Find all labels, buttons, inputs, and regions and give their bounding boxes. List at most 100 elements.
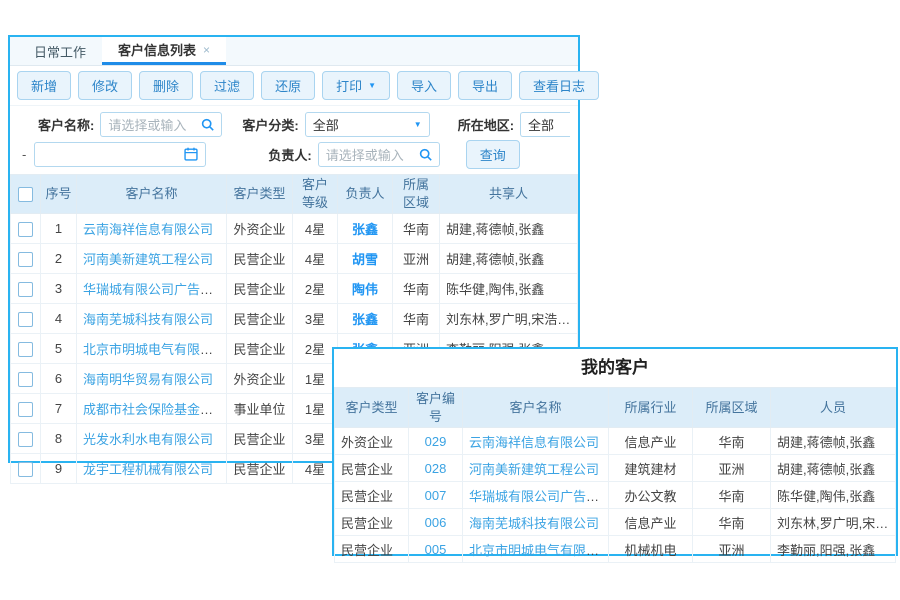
table-row: 民营企业007华瑞城有限公司广告设计部办公文教华南陈华健,陶伟,张鑫	[335, 482, 896, 509]
cell-level: 4星	[293, 214, 338, 244]
filter-row-1: 客户名称: 请选择或输入 客户分类: 全部 ▼ 所在地区: 全部	[18, 109, 570, 139]
view-log-button[interactable]: 查看日志	[519, 71, 599, 100]
cell-name: 光发水利水电有限公司	[77, 424, 227, 454]
checkbox-cell	[11, 364, 41, 394]
cell-type: 民营企业	[335, 509, 409, 536]
row-checkbox[interactable]	[18, 312, 33, 327]
table-header-row: 客户类型客户编号客户名称所属行业所属区域人员	[335, 388, 896, 428]
cell-name: 海南明华贸易有限公司	[77, 364, 227, 394]
cell-name: 华瑞城有限公司广告设计部	[77, 274, 227, 304]
cell-name: 海南芜城科技有限公司	[463, 509, 609, 536]
customer-name-label: 客户名称:	[38, 115, 94, 134]
customer-name-input[interactable]: 请选择或输入	[100, 112, 222, 137]
region-select[interactable]: 全部	[520, 112, 570, 137]
checkbox-cell	[11, 274, 41, 304]
owner-link[interactable]: 张鑫	[352, 222, 378, 237]
customer-code-link[interactable]: 028	[425, 461, 447, 476]
customer-name-link[interactable]: 河南美新建筑工程公司	[469, 462, 599, 477]
customer-name-link[interactable]: 海南芜城科技有限公司	[469, 516, 599, 531]
cell-type: 外资企业	[227, 214, 293, 244]
row-checkbox[interactable]	[18, 462, 33, 477]
customer-code-link[interactable]: 029	[425, 434, 447, 449]
date-input[interactable]	[34, 142, 206, 167]
print-button-label: 打印	[336, 76, 362, 95]
customer-name-link[interactable]: 北京市明城电气有限公司	[83, 342, 226, 357]
customer-code-link[interactable]: 006	[425, 515, 447, 530]
filter-row-2: - 负责人: 请选择或输入 查询	[18, 139, 570, 169]
cell-type: 民营企业	[335, 536, 409, 563]
cell-name: 华瑞城有限公司广告设计部	[463, 482, 609, 509]
customer-name-link[interactable]: 云南海祥信息有限公司	[83, 222, 213, 237]
tab-bar: 日常工作 客户信息列表 ×	[10, 37, 578, 66]
checkbox-cell	[11, 244, 41, 274]
cell-name: 北京市明城电气有限公司	[77, 334, 227, 364]
calendar-icon[interactable]	[184, 147, 198, 161]
cell-industry: 信息产业	[609, 509, 693, 536]
checkbox-cell	[11, 334, 41, 364]
cell-people: 胡建,蒋德帧,张鑫	[771, 428, 896, 455]
row-checkbox[interactable]	[18, 372, 33, 387]
customer-name-link[interactable]: 北京市明城电气有限公司	[469, 543, 609, 558]
import-button[interactable]: 导入	[397, 71, 451, 100]
query-button[interactable]: 查询	[466, 140, 520, 169]
tab-customer-info-list[interactable]: 客户信息列表 ×	[102, 37, 226, 65]
edit-button[interactable]: 修改	[78, 71, 132, 100]
table-header-row: 序号客户名称客户类型客户等级负责人所属区域共享人	[11, 175, 578, 214]
customer-code-link[interactable]: 005	[425, 542, 447, 557]
customer-name-link[interactable]: 海南芜城科技有限公司	[83, 312, 213, 327]
cell-seq: 1	[41, 214, 77, 244]
customer-name-link[interactable]: 华瑞城有限公司广告设计部	[83, 282, 227, 297]
cell-people: 陈华健,陶伟,张鑫	[771, 482, 896, 509]
cell-region: 亚洲	[693, 536, 771, 563]
owner-link[interactable]: 张鑫	[352, 312, 378, 327]
customer-category-select[interactable]: 全部 ▼	[305, 112, 430, 137]
row-checkbox[interactable]	[18, 282, 33, 297]
cell-code: 007	[409, 482, 463, 509]
my-customers-window: 我的客户 客户类型客户编号客户名称所属行业所属区域人员 外资企业029云南海祥信…	[332, 347, 898, 556]
filter-button[interactable]: 过滤	[200, 71, 254, 100]
customer-name-link[interactable]: 云南海祥信息有限公司	[469, 435, 599, 450]
cell-level: 2星	[293, 274, 338, 304]
tab-label: 日常工作	[34, 42, 86, 61]
select-all-checkbox[interactable]	[18, 187, 33, 202]
row-checkbox[interactable]	[18, 342, 33, 357]
tab-daily-work[interactable]: 日常工作	[18, 37, 102, 65]
delete-button[interactable]: 删除	[139, 71, 193, 100]
cell-owner: 陶伟	[338, 274, 393, 304]
cell-level: 4星	[293, 454, 338, 484]
owner-link[interactable]: 陶伟	[352, 282, 378, 297]
print-button[interactable]: 打印 ▼	[322, 71, 390, 100]
customer-name-link[interactable]: 成都市社会保险基金管理...	[83, 402, 227, 417]
export-button[interactable]: 导出	[458, 71, 512, 100]
cell-owner: 张鑫	[338, 214, 393, 244]
cell-code: 005	[409, 536, 463, 563]
customer-name-link[interactable]: 光发水利水电有限公司	[83, 432, 213, 447]
add-button[interactable]: 新增	[17, 71, 71, 100]
customer-name-link[interactable]: 河南美新建筑工程公司	[83, 252, 213, 267]
owner-input[interactable]: 请选择或输入	[318, 142, 440, 167]
row-checkbox[interactable]	[18, 252, 33, 267]
search-icon[interactable]	[201, 118, 214, 131]
close-icon[interactable]: ×	[203, 44, 210, 56]
customer-code-link[interactable]: 007	[425, 488, 447, 503]
owner-link[interactable]: 胡雪	[352, 252, 378, 267]
row-checkbox[interactable]	[18, 222, 33, 237]
column-header: 客户名称	[463, 388, 609, 428]
cell-code: 006	[409, 509, 463, 536]
cell-level: 1星	[293, 394, 338, 424]
customer-name-link[interactable]: 华瑞城有限公司广告设计部	[469, 489, 609, 504]
cell-name: 河南美新建筑工程公司	[77, 244, 227, 274]
cell-shared: 陈华健,陶伟,张鑫	[440, 274, 578, 304]
cell-type: 民营企业	[227, 424, 293, 454]
cell-region: 华南	[693, 482, 771, 509]
cell-seq: 2	[41, 244, 77, 274]
restore-button[interactable]: 还原	[261, 71, 315, 100]
row-checkbox[interactable]	[18, 402, 33, 417]
customer-name-link[interactable]: 龙宇工程机械有限公司	[83, 462, 213, 477]
row-checkbox[interactable]	[18, 432, 33, 447]
column-header: 所属区域	[693, 388, 771, 428]
tab-label: 客户信息列表	[118, 40, 196, 59]
customer-name-link[interactable]: 海南明华贸易有限公司	[83, 372, 213, 387]
search-icon[interactable]	[419, 148, 432, 161]
cell-seq: 8	[41, 424, 77, 454]
